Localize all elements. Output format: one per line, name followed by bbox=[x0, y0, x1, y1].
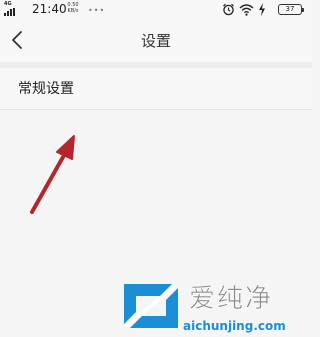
status-time: 21:40 bbox=[32, 2, 67, 16]
watermark-url: aichunjing.com bbox=[183, 319, 286, 333]
network-type: 4G bbox=[4, 1, 12, 7]
settings-item-label: 常规设置 bbox=[18, 81, 74, 97]
speed-unit: KB/s bbox=[67, 8, 79, 14]
page-title: 设置 bbox=[140, 32, 171, 50]
signal-icon: 4G bbox=[4, 2, 18, 16]
watermark-title: 爱纯净 bbox=[189, 284, 274, 315]
charging-icon bbox=[259, 3, 265, 16]
watermark-logo-icon bbox=[124, 284, 178, 328]
more-notifications-icon: ••• bbox=[88, 6, 106, 15]
network-speed: 0.50 KB/s bbox=[65, 2, 81, 14]
status-bar: 4G 21:40 0.50 KB/s ••• 37 bbox=[0, 0, 312, 20]
wifi-icon bbox=[239, 4, 254, 16]
settings-item-general[interactable]: 常规设置 bbox=[0, 68, 312, 110]
battery-level: 37 bbox=[285, 5, 295, 13]
red-arrow-pointer-icon bbox=[30, 135, 75, 214]
app-header: 设置 bbox=[0, 20, 312, 62]
battery-icon: 37 bbox=[278, 4, 304, 15]
alarm-icon bbox=[223, 3, 234, 16]
